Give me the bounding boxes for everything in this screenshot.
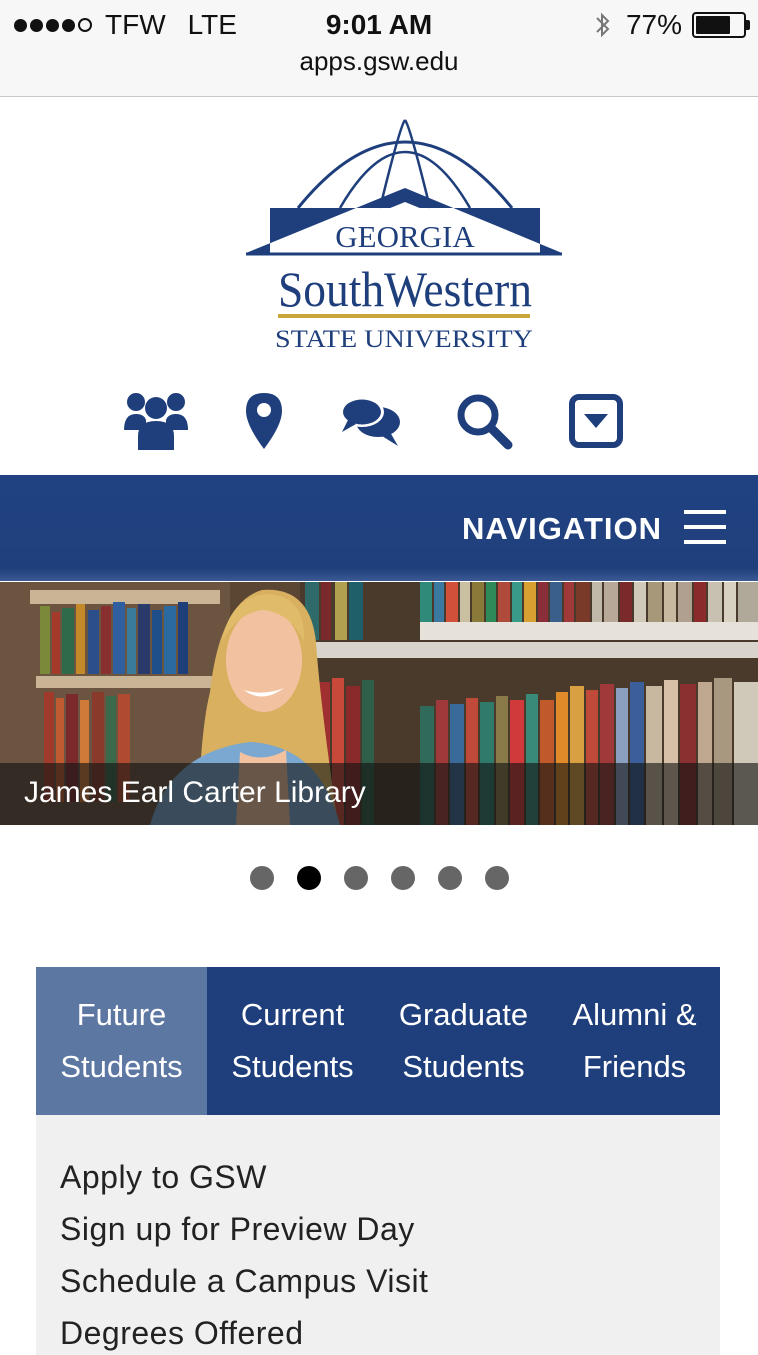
tab-label-line1: Graduate — [398, 997, 529, 1032]
link-preview-day[interactable]: Sign up for Preview Day — [60, 1211, 415, 1248]
tab-graduate-students[interactable]: Graduate Students — [378, 967, 549, 1115]
people-icon[interactable] — [120, 388, 192, 454]
address-bar-url[interactable]: apps.gsw.edu — [0, 46, 758, 77]
chat-icon[interactable] — [336, 388, 404, 454]
tab-label-line1: Future — [76, 997, 167, 1032]
carousel-dot-4[interactable] — [390, 866, 415, 890]
navigation-bar[interactable]: NAVIGATION — [0, 475, 758, 581]
hero-caption: James Earl Carter Library — [0, 763, 758, 825]
link-apply-to-gsw[interactable]: Apply to GSW — [60, 1159, 267, 1196]
tab-label-line2: Students — [60, 1049, 183, 1084]
battery-icon — [692, 12, 750, 38]
bluetooth-icon — [596, 12, 610, 38]
tab-label-line1: Alumni & — [572, 997, 697, 1032]
hero-caption-text: James Earl Carter Library — [24, 776, 366, 809]
future-students-links: Apply to GSW Sign up for Preview Day Sch… — [36, 1115, 720, 1355]
carousel-dot-1[interactable] — [249, 866, 274, 890]
logo-text-georgia: GEORGIA — [335, 219, 475, 254]
tab-label-line2: Students — [231, 1049, 354, 1084]
map-pin-icon[interactable] — [240, 388, 288, 454]
logo-text-southwestern: SouthWestern — [278, 261, 532, 317]
carousel-pager — [0, 866, 758, 892]
tab-label-line2: Friends — [582, 1049, 687, 1084]
navigation-label[interactable]: NAVIGATION — [462, 511, 662, 547]
hero-slide[interactable]: James Earl Carter Library — [0, 582, 758, 825]
hamburger-menu-icon[interactable] — [684, 510, 726, 544]
link-campus-visit[interactable]: Schedule a Campus Visit — [60, 1263, 428, 1300]
audience-tabs: Future Students Current Students Graduat… — [36, 967, 720, 1115]
carousel-dot-3[interactable] — [343, 866, 368, 890]
gsw-logo[interactable]: GEORGIA SouthWestern STATE UNIVERSITY — [240, 116, 570, 356]
tab-future-students[interactable]: Future Students — [36, 967, 207, 1115]
battery-percent: 77% — [625, 9, 682, 40]
status-bar: TFW LTE 9:01 AM 77% apps.gsw.edu — [0, 0, 758, 97]
carousel-dot-2[interactable] — [296, 866, 321, 890]
tab-label-line1: Current — [240, 997, 345, 1032]
dropdown-box-icon[interactable] — [566, 388, 626, 454]
tab-current-students[interactable]: Current Students — [207, 967, 378, 1115]
carousel-dot-6[interactable] — [484, 866, 509, 890]
search-icon[interactable] — [452, 388, 516, 454]
tab-label-line2: Students — [402, 1049, 525, 1084]
quick-links — [0, 388, 758, 458]
link-degrees-offered[interactable]: Degrees Offered — [60, 1315, 303, 1352]
logo-text-state-university: STATE UNIVERSITY — [275, 326, 533, 353]
tab-alumni-friends[interactable]: Alumni & Friends — [549, 967, 720, 1115]
carousel-dot-5[interactable] — [437, 866, 462, 890]
